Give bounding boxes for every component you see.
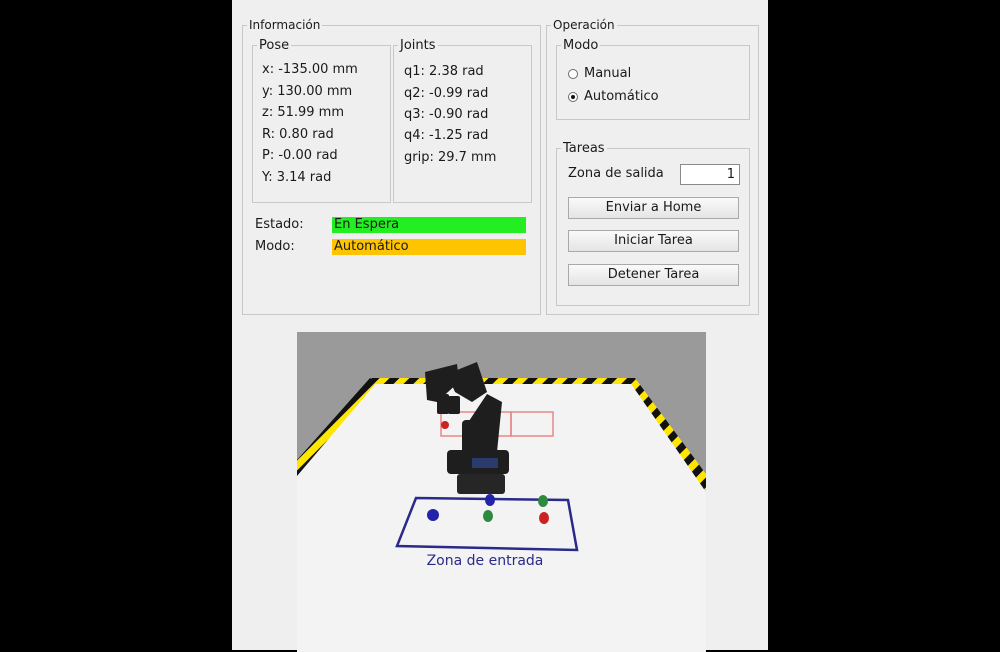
operacion-legend: Operación bbox=[553, 18, 615, 32]
scene-floor bbox=[297, 378, 706, 652]
cube-blue-2 bbox=[485, 494, 495, 506]
window-top bbox=[232, 0, 768, 10]
radio-manual-circle[interactable] bbox=[568, 68, 578, 79]
cube-green-1 bbox=[483, 510, 493, 522]
joint-q1: q1: 2.38 rad bbox=[404, 64, 484, 79]
estado-label: Estado: bbox=[255, 217, 304, 232]
hazard-border-top bbox=[372, 378, 631, 384]
pose-yaw: Y: 3.14 rad bbox=[262, 170, 332, 185]
joints-legend: Joints bbox=[400, 38, 436, 53]
tareas-legend: Tareas bbox=[563, 141, 605, 156]
pose-y: y: 130.00 mm bbox=[262, 84, 353, 99]
radio-automatico-label[interactable]: Automático bbox=[584, 89, 659, 104]
estado-status-bar: En Espera bbox=[332, 217, 526, 233]
cube-red-1 bbox=[539, 512, 549, 524]
detener-tarea-button[interactable]: Detener Tarea bbox=[568, 264, 739, 286]
radio-automatico-circle[interactable] bbox=[568, 91, 578, 102]
modo-label: Modo: bbox=[255, 239, 295, 254]
joint-q2: q2: -0.99 rad bbox=[404, 86, 489, 101]
pose-legend: Pose bbox=[259, 38, 290, 53]
zona-salida-label: Zona de salida bbox=[568, 166, 664, 181]
modo-status-bar: Automático bbox=[332, 239, 526, 255]
zona-salida-input[interactable]: 1 bbox=[680, 164, 740, 185]
cube-green-2 bbox=[538, 495, 548, 507]
input-zone-label: Zona de entrada bbox=[427, 553, 544, 569]
joint-q4: q4: -1.25 rad bbox=[404, 128, 489, 143]
radio-manual-label[interactable]: Manual bbox=[584, 66, 631, 81]
pose-p: P: -0.00 rad bbox=[262, 148, 338, 163]
pose-x: x: -135.00 mm bbox=[262, 62, 358, 77]
cube-blue-1 bbox=[427, 509, 439, 521]
pose-z: z: 51.99 mm bbox=[262, 105, 345, 120]
iniciar-tarea-button[interactable]: Iniciar Tarea bbox=[568, 230, 739, 252]
radio-manual[interactable]: Manual bbox=[568, 66, 631, 81]
pose-r: R: 0.80 rad bbox=[262, 127, 334, 142]
joint-grip: grip: 29.7 mm bbox=[404, 150, 497, 165]
radio-automatico[interactable]: Automático bbox=[568, 89, 659, 104]
enviar-home-button[interactable]: Enviar a Home bbox=[568, 197, 739, 219]
joint-q3: q3: -0.90 rad bbox=[404, 107, 489, 122]
informacion-legend: Información bbox=[249, 18, 321, 32]
scene-svg: Zona de entrada bbox=[297, 332, 706, 652]
modo-legend: Modo bbox=[563, 38, 599, 53]
robot-3d-viewport[interactable]: Zona de entrada bbox=[297, 332, 706, 652]
